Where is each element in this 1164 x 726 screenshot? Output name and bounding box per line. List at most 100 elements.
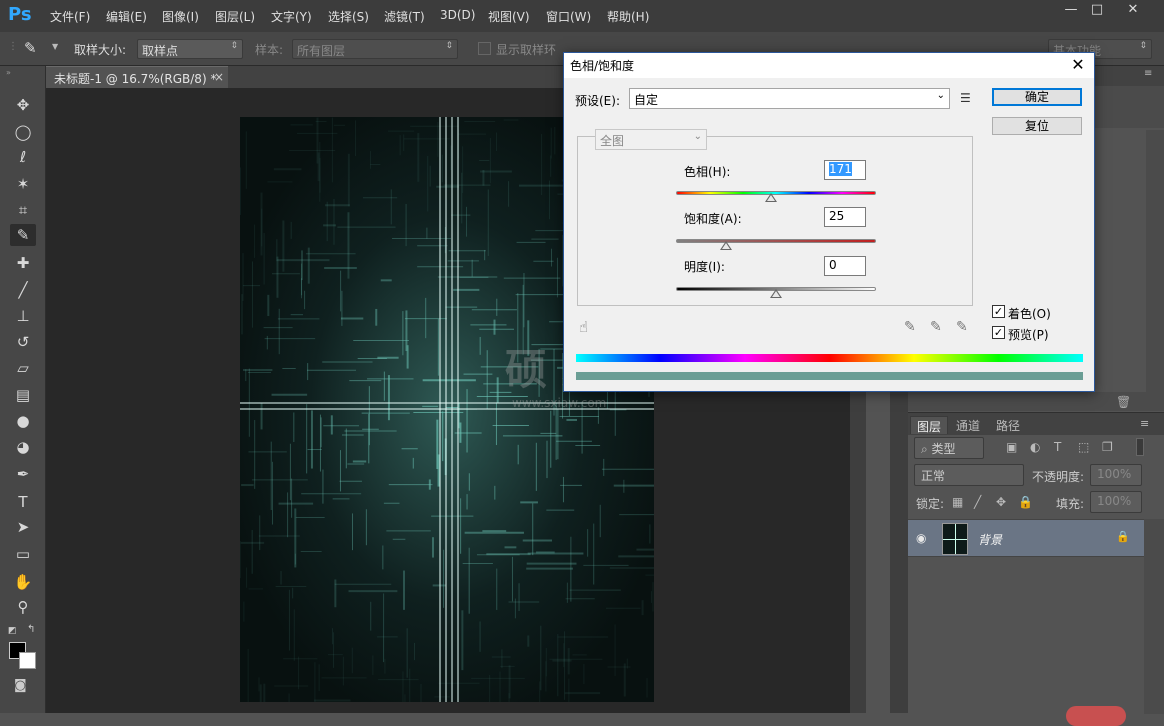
dialog-close-button[interactable]: ✕ — [1064, 54, 1092, 76]
path-select-icon[interactable]: ➤ — [10, 516, 36, 538]
saturation-slider-track[interactable] — [676, 239, 876, 243]
filter-smart-icon[interactable]: ❐ — [1102, 440, 1113, 454]
healing-brush-icon[interactable]: ✚ — [10, 252, 36, 274]
lasso-icon[interactable]: ℓ — [10, 146, 36, 168]
menu-window[interactable]: 窗口(W) — [546, 8, 591, 25]
rectangle-icon[interactable]: ▭ — [10, 543, 36, 565]
dodge-icon[interactable]: ◕ — [10, 436, 36, 458]
close-tab-icon[interactable]: × — [214, 70, 224, 84]
eyedropper-icon[interactable]: ✎ — [10, 224, 36, 246]
opacity-input[interactable]: 100% — [1090, 464, 1142, 486]
saturation-value: 25 — [829, 209, 845, 223]
menu-3d[interactable]: 3D(D) — [440, 8, 475, 22]
ellipse-marquee-icon[interactable]: ◯ — [10, 121, 36, 143]
gradient-icon[interactable]: ▤ — [10, 384, 36, 406]
ok-button[interactable]: 确定 — [992, 88, 1082, 106]
eyedropper-add-icon[interactable]: ✎ — [930, 319, 942, 335]
preset-options-icon[interactable]: ☰ — [960, 91, 971, 105]
saturation-slider-thumb[interactable] — [720, 241, 732, 250]
eyedropper-tool-icon[interactable]: ✎ — [24, 39, 37, 57]
hue-input[interactable]: 171 — [824, 160, 866, 180]
dialog-titlebar[interactable]: 色相/饱和度 ✕ — [564, 53, 1094, 78]
filter-toggle[interactable] — [1136, 438, 1144, 456]
layer-filter-select[interactable]: ⌕ 类型 — [914, 437, 984, 459]
lock-move-icon[interactable]: ✥ — [996, 495, 1006, 509]
range-select[interactable]: 全图 ⌄ — [595, 129, 707, 150]
lightness-input[interactable]: 0 — [824, 256, 866, 276]
opacity-label: 不透明度: — [1032, 470, 1085, 484]
reset-button[interactable]: 复位 — [992, 117, 1082, 135]
targeted-adjust-hand-icon[interactable]: ☝ — [579, 318, 588, 336]
magic-wand-icon[interactable]: ✶ — [10, 173, 36, 195]
menu-image[interactable]: 图像(I) — [162, 8, 199, 25]
layer-filter-value: 类型 — [931, 442, 956, 456]
menu-help[interactable]: 帮助(H) — [607, 8, 649, 25]
lock-paint-icon[interactable]: ╱ — [974, 495, 981, 509]
eyedropper-icon[interactable]: ✎ — [904, 319, 916, 335]
tab-layers[interactable]: 图层 — [910, 416, 949, 434]
background-color-swatch[interactable] — [19, 652, 36, 669]
swap-colors-icon[interactable]: ↰ — [27, 624, 35, 635]
blend-mode-select[interactable]: 正常 — [914, 464, 1024, 486]
stamp-icon[interactable]: ⊥ — [10, 305, 36, 327]
menu-edit[interactable]: 编辑(E) — [106, 8, 147, 25]
document-tab[interactable]: 未标题-1 @ 16.7%(RGB/8) * × — [46, 66, 228, 88]
zoom-icon[interactable]: ⚲ — [10, 596, 36, 618]
trash-icon[interactable]: 🗑 — [1116, 395, 1131, 409]
pen-icon[interactable]: ✒ — [10, 463, 36, 485]
menu-file[interactable]: 文件(F) — [50, 8, 90, 25]
maximize-button[interactable]: □ — [1080, 0, 1114, 22]
hue-value: 171 — [829, 162, 852, 176]
chevron-updown-icon: ⇕ — [1139, 41, 1147, 51]
filter-adjust-icon[interactable]: ◐ — [1030, 440, 1040, 454]
layers-scrollbar[interactable] — [1144, 519, 1164, 714]
chevron-down-icon: ⌄ — [936, 90, 945, 101]
lock-transparent-icon[interactable]: ▦ — [952, 495, 963, 509]
preview-checkbox[interactable]: ✓ — [992, 326, 1005, 339]
eyedropper-subtract-icon[interactable]: ✎ — [956, 319, 968, 335]
quick-mask-icon[interactable]: ◙ — [14, 678, 27, 693]
filter-type-icon[interactable]: T — [1054, 440, 1061, 454]
tab-channels[interactable]: 通道 — [950, 416, 986, 434]
hue-slider-thumb[interactable] — [765, 193, 777, 202]
filter-shape-icon[interactable]: ⬚ — [1078, 440, 1089, 454]
menu-select[interactable]: 选择(S) — [328, 8, 369, 25]
type-icon[interactable]: T — [10, 491, 36, 513]
panel-menu-icon[interactable]: ≡ — [1144, 68, 1152, 79]
menu-view[interactable]: 视图(V) — [488, 8, 530, 25]
collapse-icon[interactable]: » — [6, 68, 11, 77]
saturation-input[interactable]: 25 — [824, 207, 866, 227]
tools-panel: » ✥ ◯ ℓ ✶ ⌗ ✎ ✚ ╱ ⊥ ↺ ▱ ▤ ● ◕ ✒ T ➤ ▭ ✋ ⚲ ◩ ↰ ◙ — [0, 66, 46, 713]
preset-label: 预设(E): — [575, 94, 620, 108]
layer-row-background[interactable]: ◉ 背景 🔒 — [908, 519, 1144, 557]
crop-icon[interactable]: ⌗ — [10, 199, 36, 221]
hand-icon[interactable]: ✋ — [10, 571, 36, 593]
sample-select[interactable]: 所有图层 ⇕ — [292, 39, 458, 59]
close-window-button[interactable]: ✕ — [1116, 0, 1150, 22]
visibility-eye-icon[interactable]: ◉ — [916, 531, 926, 545]
menu-layer[interactable]: 图层(L) — [215, 8, 255, 25]
show-ring-label: 显示取样环 — [496, 43, 557, 57]
fill-input[interactable]: 100% — [1090, 491, 1142, 513]
lock-all-icon[interactable]: 🔒 — [1018, 495, 1033, 509]
panel-menu-icon[interactable]: ≡ — [1140, 417, 1149, 430]
menu-type[interactable]: 文字(Y) — [271, 8, 312, 25]
chevron-updown-icon: ⇕ — [445, 41, 453, 51]
lightness-slider-thumb[interactable] — [770, 289, 782, 298]
show-ring-checkbox[interactable] — [478, 42, 491, 55]
preset-select[interactable]: 自定 ⌄ — [629, 88, 950, 109]
preset-value: 自定 — [634, 93, 659, 107]
default-colors-icon[interactable]: ◩ — [8, 626, 17, 636]
colorize-checkbox[interactable]: ✓ — [992, 305, 1005, 318]
move-icon[interactable]: ✥ — [10, 94, 36, 116]
tool-preset-caret-icon[interactable]: ▼ — [52, 42, 58, 51]
eraser-icon[interactable]: ▱ — [10, 357, 36, 379]
blur-icon[interactable]: ● — [10, 410, 36, 432]
history-brush-icon[interactable]: ↺ — [10, 331, 36, 353]
filter-pixel-icon[interactable]: ▣ — [1006, 440, 1017, 454]
sample-size-select[interactable]: 取样点 ⇕ — [137, 39, 243, 59]
menu-filter[interactable]: 滤镜(T) — [384, 8, 425, 25]
panel-scrollbar[interactable] — [1146, 130, 1164, 392]
brush-icon[interactable]: ╱ — [10, 279, 36, 301]
tab-paths[interactable]: 路径 — [990, 416, 1026, 434]
